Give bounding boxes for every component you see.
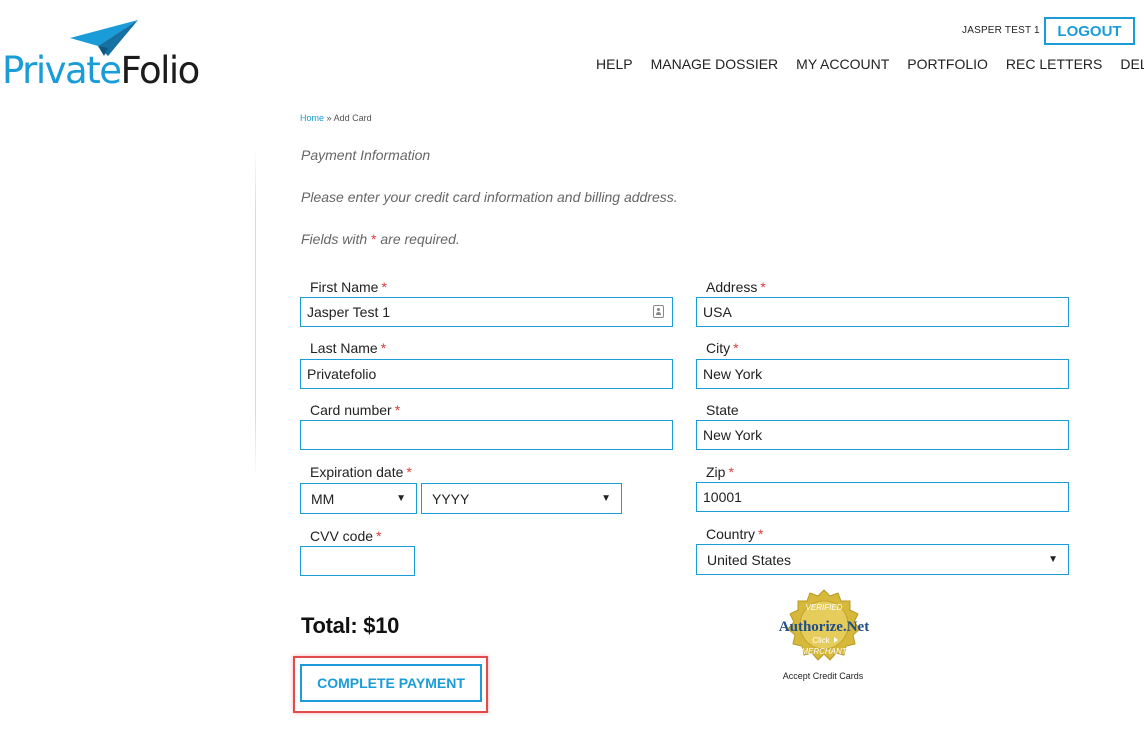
nav-manage-dossier[interactable]: MANAGE DOSSIER <box>651 56 779 72</box>
first-name-wrapper <box>300 297 673 327</box>
nav-my-account[interactable]: MY ACCOUNT <box>796 56 889 72</box>
nav-portfolio[interactable]: PORTFOLIO <box>907 56 988 72</box>
nav-rec-letters[interactable]: REC LETTERS <box>1006 56 1102 72</box>
address-input[interactable] <box>696 297 1069 327</box>
logout-button[interactable]: LOGOUT <box>1044 17 1135 45</box>
zip-label: Zip * <box>706 464 734 480</box>
expiration-date-label: Expiration date * <box>310 464 412 480</box>
zip-input[interactable] <box>696 482 1069 512</box>
cvv-input[interactable] <box>300 546 415 576</box>
nav-help[interactable]: HELP <box>596 56 633 72</box>
breadcrumb-separator: » <box>326 113 332 123</box>
required-note: Fields with * are required. <box>301 231 460 247</box>
country-select[interactable]: United States ▼ <box>696 544 1069 575</box>
breadcrumb-current: Add Card <box>333 113 372 123</box>
card-number-label: Card number * <box>310 402 401 418</box>
seal-caption: Accept Credit Cards <box>782 671 864 681</box>
state-label: State <box>706 402 739 418</box>
complete-payment-button[interactable]: COMPLETE PAYMENT <box>300 664 482 702</box>
instructions-text: Please enter your credit card informatio… <box>301 189 678 205</box>
last-name-input[interactable] <box>300 359 673 389</box>
content-divider <box>255 148 256 478</box>
order-total: Total: $10 <box>301 613 400 638</box>
expiration-month-value: MM <box>311 490 335 507</box>
address-label: Address * <box>706 279 766 295</box>
seal-click-text: Click <box>812 636 830 645</box>
expiration-month-select[interactable]: MM ▼ <box>300 483 417 514</box>
chevron-down-icon: ▼ <box>396 493 406 504</box>
section-heading: Payment Information <box>301 147 431 163</box>
first-name-input[interactable] <box>300 297 673 327</box>
seal-bottom-text: MERCHANT <box>801 647 847 656</box>
seal-top-text: VERIFIED <box>806 603 843 612</box>
expiration-year-select[interactable]: YYYY ▼ <box>421 483 622 514</box>
nav-delivery[interactable]: DELIVERY <box>1120 56 1144 72</box>
contact-card-icon[interactable] <box>653 305 664 318</box>
country-label: Country * <box>706 526 764 542</box>
seal-brand-text: Authorize.Net <box>779 619 869 635</box>
logo-wordmark: PrivateFolio <box>2 49 200 92</box>
last-name-label: Last Name * <box>310 340 387 356</box>
state-input[interactable] <box>696 420 1069 450</box>
card-number-input[interactable] <box>300 420 673 450</box>
first-name-label: First Name * <box>310 279 387 295</box>
city-label: City * <box>706 340 739 356</box>
chevron-down-icon: ▼ <box>1048 554 1058 565</box>
user-name-label: JASPER TEST 1 <box>962 25 1040 36</box>
country-value: United States <box>707 551 792 568</box>
main-nav: HELP MANAGE DOSSIER MY ACCOUNT PORTFOLIO… <box>596 56 1144 72</box>
breadcrumb: Home » Add Card <box>300 113 372 123</box>
chevron-down-icon: ▼ <box>601 493 611 504</box>
city-input[interactable] <box>696 359 1069 389</box>
breadcrumb-home-link[interactable]: Home <box>300 113 324 123</box>
expiration-year-value: YYYY <box>432 490 470 507</box>
authorize-net-seal[interactable]: VERIFIED Authorize.Net Click MERCHANT <box>772 588 876 678</box>
privatefolio-logo[interactable]: PrivateFolio <box>2 18 202 92</box>
cvv-label: CVV code * <box>310 528 382 544</box>
